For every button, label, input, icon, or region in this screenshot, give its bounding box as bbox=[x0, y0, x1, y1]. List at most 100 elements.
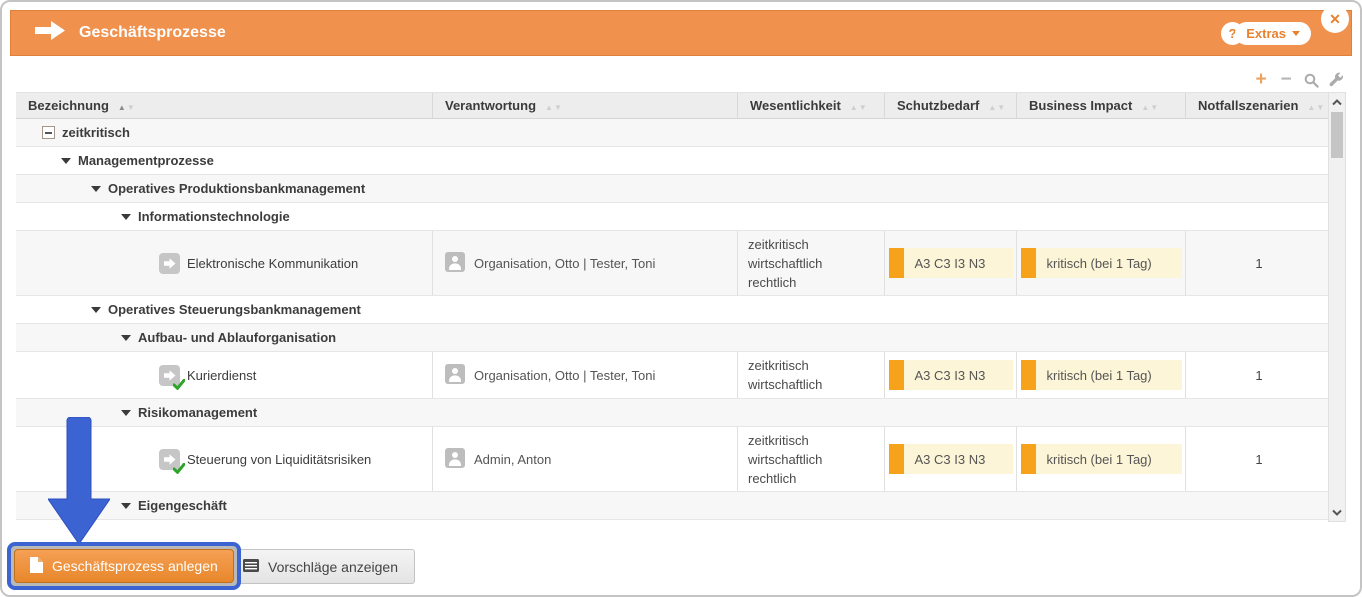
column-label: Bezeichnung bbox=[28, 98, 109, 113]
sort-desc-icon[interactable] bbox=[127, 98, 135, 113]
responsibility-cell: Organisation, Otto | Tester, Toni bbox=[432, 352, 737, 398]
caret-down-icon[interactable] bbox=[121, 335, 131, 341]
caret-down-icon[interactable] bbox=[121, 410, 131, 416]
responsibility-text: Admin, Anton bbox=[474, 452, 551, 467]
scroll-up-icon[interactable] bbox=[1329, 94, 1345, 110]
group-label: Managementprozesse bbox=[78, 153, 214, 168]
close-button[interactable]: ✕ bbox=[1321, 5, 1349, 33]
process-row[interactable]: Kurierdienst Organisation, Otto | Tester,… bbox=[16, 352, 1332, 399]
caret-down-icon[interactable] bbox=[91, 307, 101, 313]
sort-desc-icon[interactable] bbox=[997, 98, 1005, 113]
severity-marker bbox=[1021, 248, 1036, 278]
essentiality-cell: zeitkritischwirtschaftlichrechtlich bbox=[737, 427, 884, 491]
severity-marker bbox=[1021, 360, 1036, 390]
group-label: Eigengeschäft bbox=[138, 498, 227, 513]
tree-group-row[interactable]: zeitkritisch bbox=[16, 119, 1332, 147]
sort-desc-icon[interactable] bbox=[554, 98, 562, 113]
essentiality-item: rechtlich bbox=[748, 469, 796, 488]
column-label: Verantwortung bbox=[445, 98, 536, 113]
expand-all-plus-icon[interactable] bbox=[1253, 71, 1269, 89]
essentiality-item: zeitkritisch bbox=[748, 235, 809, 254]
wrench-icon[interactable] bbox=[1328, 71, 1344, 89]
emergency-scenarios-cell: 1 bbox=[1185, 352, 1332, 398]
grid-toolbar bbox=[1253, 71, 1344, 89]
tree-group-row[interactable]: Managementprozesse bbox=[16, 147, 1332, 175]
process-label: Kurierdienst bbox=[187, 368, 256, 383]
sort-asc-icon[interactable] bbox=[1141, 98, 1149, 113]
caret-down-icon[interactable] bbox=[91, 186, 101, 192]
group-label: Risikomanagement bbox=[138, 405, 257, 420]
column-header-bezeichnung[interactable]: Bezeichnung bbox=[16, 93, 432, 118]
column-label: Schutzbedarf bbox=[897, 98, 979, 113]
sort-asc-icon[interactable] bbox=[988, 98, 996, 113]
process-label: Elektronische Kommunikation bbox=[187, 256, 358, 271]
annotation-arrow-icon bbox=[48, 417, 110, 545]
business-impact-cell: kritisch (bei 1 Tag) bbox=[1016, 427, 1185, 491]
scroll-down-icon[interactable] bbox=[1329, 504, 1345, 520]
sort-desc-icon[interactable] bbox=[1316, 98, 1324, 113]
column-header-business-impact[interactable]: Business Impact bbox=[1016, 93, 1185, 118]
search-icon[interactable] bbox=[1303, 71, 1319, 89]
caret-down-icon[interactable] bbox=[121, 503, 131, 509]
extras-button[interactable]: Extras bbox=[1235, 22, 1311, 45]
sort-desc-icon[interactable] bbox=[1150, 98, 1158, 113]
process-row[interactable]: Steuerung von LiquiditätsrisikenAdmin, A… bbox=[16, 427, 1332, 492]
collapse-icon[interactable] bbox=[42, 126, 55, 139]
protection-need-cell: A3 C3 I3 N3 bbox=[884, 231, 1016, 295]
column-header-verantwortung[interactable]: Verantwortung bbox=[432, 93, 737, 118]
table-rows: zeitkritisch Managementprozesse Operatives… bbox=[16, 119, 1332, 520]
essentiality-item: rechtlich bbox=[748, 273, 796, 292]
column-label: Business Impact bbox=[1029, 98, 1132, 113]
emergency-scenarios-value: 1 bbox=[1255, 368, 1262, 383]
show-suggestions-button[interactable]: Vorschläge anzeigen bbox=[226, 549, 415, 584]
tree-group-row[interactable]: Aufbau- und Ablauforganisation bbox=[16, 324, 1332, 352]
tree-group-row[interactable]: Informationstechnologie bbox=[16, 203, 1332, 231]
process-name-cell: Elektronische Kommunikation bbox=[16, 231, 432, 295]
arrow-right-icon bbox=[35, 21, 65, 45]
responsibility-text: Organisation, Otto | Tester, Toni bbox=[474, 256, 655, 271]
group-label: Operatives Produktionsbankmanagement bbox=[108, 181, 365, 196]
responsibility-cell: Admin, Anton bbox=[432, 427, 737, 491]
protection-need-cell: A3 C3 I3 N3 bbox=[884, 352, 1016, 398]
tree-group-row[interactable]: Operatives Steuerungsbankmanagement bbox=[16, 296, 1332, 324]
sort-desc-icon[interactable] bbox=[859, 98, 867, 113]
create-button-label: Geschäftsprozess anlegen bbox=[52, 558, 218, 574]
table-header: Bezeichnung Verantwortung Wesentlichkeit… bbox=[16, 92, 1332, 119]
app-window: Geschäftsprozesse ? Extras ✕ Bezeichnung… bbox=[0, 0, 1362, 597]
create-business-process-button[interactable]: Geschäftsprozess anlegen bbox=[14, 549, 234, 583]
sort-asc-icon[interactable] bbox=[850, 98, 858, 113]
process-row[interactable]: Elektronische Kommunikation Organisation,… bbox=[16, 231, 1332, 296]
chevron-down-icon bbox=[1292, 31, 1300, 36]
tree-group-row[interactable]: Operatives Produktionsbankmanagement bbox=[16, 175, 1332, 203]
severity-marker bbox=[889, 248, 904, 278]
emergency-scenarios-cell: 1 bbox=[1185, 231, 1332, 295]
tree-group-row[interactable]: Eigengeschäft bbox=[16, 492, 1332, 520]
essentiality-item: wirtschaftlich bbox=[748, 450, 822, 469]
emergency-scenarios-cell: 1 bbox=[1185, 427, 1332, 491]
caret-down-icon[interactable] bbox=[121, 214, 131, 220]
scrollbar-thumb[interactable] bbox=[1331, 112, 1343, 158]
process-icon bbox=[159, 449, 180, 470]
document-icon bbox=[30, 557, 43, 576]
collapse-all-minus-icon[interactable] bbox=[1278, 71, 1294, 89]
group-label: Aufbau- und Ablauforganisation bbox=[138, 330, 336, 345]
business-impact-cell: kritisch (bei 1 Tag) bbox=[1016, 231, 1185, 295]
essentiality-cell: zeitkritischwirtschaftlich bbox=[737, 352, 884, 398]
vertical-scrollbar[interactable] bbox=[1328, 92, 1346, 522]
caret-down-icon[interactable] bbox=[61, 158, 71, 164]
protection-need-badge: A3 C3 I3 N3 bbox=[889, 360, 1013, 390]
emergency-scenarios-value: 1 bbox=[1255, 452, 1262, 467]
column-header-schutzbedarf[interactable]: Schutzbedarf bbox=[884, 93, 1016, 118]
group-label: zeitkritisch bbox=[62, 125, 130, 140]
sort-asc-icon[interactable] bbox=[545, 98, 553, 113]
sort-asc-icon[interactable] bbox=[1307, 98, 1315, 113]
column-header-notfallszenarien[interactable]: Notfallszenarien bbox=[1185, 93, 1332, 118]
protection-need-cell: A3 C3 I3 N3 bbox=[884, 427, 1016, 491]
sort-asc-icon[interactable] bbox=[118, 98, 126, 113]
column-header-wesentlichkeit[interactable]: Wesentlichkeit bbox=[737, 93, 884, 118]
tree-group-row[interactable]: Risikomanagement bbox=[16, 399, 1332, 427]
protection-need-badge: A3 C3 I3 N3 bbox=[889, 444, 1013, 474]
person-icon bbox=[445, 252, 465, 275]
column-label: Wesentlichkeit bbox=[750, 98, 841, 113]
annotation-highlight-box: Geschäftsprozess anlegen bbox=[7, 542, 241, 590]
